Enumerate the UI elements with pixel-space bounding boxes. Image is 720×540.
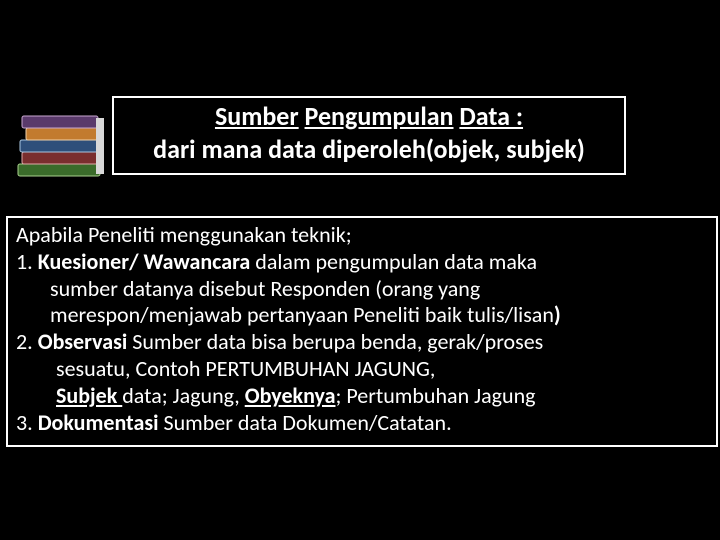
title-word-data: Data : — [459, 100, 523, 132]
title-word-pengumpulan: Pengumpulan — [305, 100, 454, 132]
books-illustration — [14, 106, 110, 186]
body-line-3: sumber datanya disebut Responden (orang … — [16, 276, 708, 303]
body-line-4: merespon/menjawab pertanyaan Peneliti ba… — [16, 302, 708, 329]
body-line-6: sesuatu, Contoh PERTUMBUHAN JAGUNG, — [16, 356, 708, 383]
body-box: Apabila Peneliti menggunakan teknik; 1. … — [6, 216, 718, 447]
body-line-2: 1. Kuesioner/ Wawancara dalam pengumpula… — [16, 249, 708, 276]
body-line-7: Subjek data; Jagung, Obyeknya; Pertumbuh… — [16, 383, 708, 410]
body-line-8: 3. Dokumentasi Sumber data Dokumen/Catat… — [16, 410, 708, 437]
title-line2: dari mana data diperoleh(objek, subjek) — [134, 134, 604, 165]
title-box: Sumber Pengumpulan Data : dari mana data… — [112, 96, 626, 175]
title-word-sumber: Sumber — [215, 100, 299, 132]
body-line-1: Apabila Peneliti menggunakan teknik; — [16, 222, 708, 249]
title-line1: Sumber Pengumpulan Data : — [134, 102, 604, 132]
body-line-5: 2. Observasi Sumber data bisa berupa ben… — [16, 329, 708, 356]
slide: Sumber Pengumpulan Data : dari mana data… — [0, 0, 720, 540]
